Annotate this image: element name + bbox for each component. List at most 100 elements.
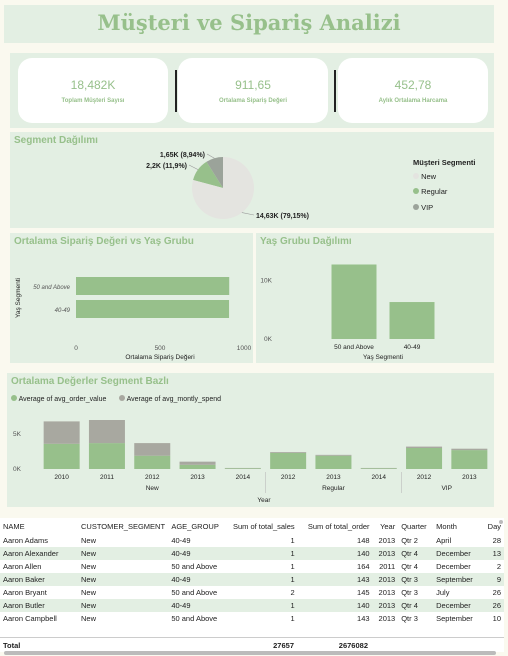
table-cell: Aaron Bryant bbox=[3, 588, 47, 597]
kpi-card-avg-order-value: 911,65 Ortalama Sipariş Değeri bbox=[178, 58, 328, 123]
x-tick-label: 2014 bbox=[372, 474, 387, 481]
age-distribution-panel[interactable]: Yaş Grubu Dağılımı 50 and Above 40-49 10K 0… bbox=[256, 233, 494, 363]
stack-bar-monthly-spend bbox=[406, 446, 443, 448]
table-cell: 1 bbox=[290, 536, 295, 545]
column-header[interactable]: Month bbox=[433, 518, 481, 534]
table-cell: April bbox=[436, 536, 452, 545]
scrollbar-horizontal[interactable] bbox=[4, 651, 496, 655]
table-cell: 10 bbox=[492, 614, 501, 623]
table-cell: New bbox=[81, 588, 97, 597]
table-total-row: Total 27657 2676082 bbox=[0, 637, 504, 651]
hbar-bar bbox=[76, 277, 230, 295]
table-cell: 40-49 bbox=[168, 573, 226, 586]
column-header[interactable]: Sum of total_sales bbox=[226, 518, 298, 534]
table-row[interactable]: Aaron Adams New 40-49 1 148 2013 Qtr 2 April 28 bbox=[0, 534, 504, 547]
y-tick-label: 5K bbox=[13, 431, 22, 438]
y-tick-label: 40-49 bbox=[55, 308, 71, 314]
table-cell: Qtr 4 bbox=[401, 562, 418, 571]
customer-table-grid: NAME CUSTOMER_SEGMENT AGE_GROUP Sum of tota… bbox=[0, 518, 504, 625]
legend-item-vip[interactable]: VIP bbox=[413, 203, 433, 212]
kpi-value: 452,78 bbox=[394, 78, 432, 92]
y-tick-label: 10K bbox=[260, 277, 272, 284]
y-tick-label: 50 and Above bbox=[33, 285, 70, 291]
table-cell: 2013 bbox=[378, 536, 396, 545]
table-cell: Aaron Allen bbox=[3, 562, 42, 571]
table-cell: Qtr 4 bbox=[398, 599, 434, 612]
column-header[interactable]: AGE_GROUP bbox=[168, 518, 225, 534]
table-cell: 145 bbox=[357, 588, 370, 597]
segment-pie-panel[interactable]: Segment Dağılımı 14,63K (79,15%) 2,2K (11… bbox=[10, 132, 494, 228]
kpi-label: Toplam Müşteri Sayısı bbox=[61, 98, 125, 104]
legend-item-new[interactable]: New bbox=[413, 172, 436, 181]
legend-swatch bbox=[413, 188, 419, 194]
column-header[interactable]: Quarter bbox=[398, 518, 433, 534]
table-cell: 140 bbox=[297, 547, 373, 560]
legend-title: Müşteri Segmenti bbox=[413, 158, 476, 167]
title-banner: Müşteri ve Sipariş Analizi bbox=[4, 5, 494, 43]
stack-bar-order-value bbox=[451, 450, 488, 469]
table-cell: 26 bbox=[481, 599, 504, 612]
table-cell: 50 and Above bbox=[171, 614, 218, 623]
column-header[interactable]: CUSTOMER_SEGMENT bbox=[78, 518, 168, 534]
column-header[interactable]: NAME bbox=[0, 518, 78, 534]
stack-bar-order-value bbox=[315, 455, 352, 469]
table-cell: December bbox=[436, 562, 471, 571]
x-tick-label: 2012 bbox=[281, 474, 296, 481]
stack-bar-monthly-spend bbox=[451, 448, 488, 451]
table-row[interactable]: Aaron Alexander New 40-49 1 140 2013 Qtr 4 Dece… bbox=[0, 547, 504, 560]
table-cell: Qtr 3 bbox=[401, 614, 418, 623]
table-cell: 1 bbox=[225, 573, 298, 586]
stack-bar-order-value bbox=[270, 452, 307, 469]
x-tick-label: 1000 bbox=[237, 345, 252, 352]
order-value-by-age-panel[interactable]: Ortalama Sipariş Değeri vs Yaş Grubu 50 … bbox=[10, 233, 253, 363]
legend-label: Regular bbox=[421, 187, 448, 196]
kpi-label: Ortalama Sipariş Değeri bbox=[218, 98, 288, 104]
scrollbar-vertical[interactable] bbox=[499, 520, 503, 524]
table-cell: 1 bbox=[290, 614, 295, 623]
table-cell: 9 bbox=[481, 573, 504, 586]
kpi-card-total-customers: 18,482K Toplam Müşteri Sayısı bbox=[18, 58, 168, 123]
bar bbox=[389, 302, 435, 339]
stack-bar-order-value bbox=[43, 443, 80, 469]
table-cell: September bbox=[433, 573, 482, 586]
table-cell: 50 and Above bbox=[171, 588, 218, 597]
table-cell: Qtr 2 bbox=[401, 536, 418, 545]
segment-averages-chart: 2010 2011 2012 2013 2014 New 2012 2013 2014 Regul… bbox=[13, 420, 488, 504]
legend-label: VIP bbox=[421, 203, 434, 212]
pie-leader-line bbox=[206, 153, 215, 159]
table-cell: Aaron Alexander bbox=[0, 547, 78, 560]
pie-data-label: 14,63K (79,15%) bbox=[256, 213, 309, 220]
table-row[interactable]: Aaron Allen New 50 and Above 1 164 2011 Qtr 4 D… bbox=[0, 560, 504, 573]
bar bbox=[331, 264, 377, 339]
table-row[interactable]: Aaron Bryant New 50 and Above 2 145 2013 Qtr 3… bbox=[0, 586, 504, 599]
segment-averages-panel[interactable]: Ortalama Değerler Segment Bazlı Average … bbox=[7, 373, 494, 507]
column-header[interactable]: Sum of total_order bbox=[298, 518, 373, 534]
pie-leader-line bbox=[188, 164, 199, 170]
y-tick-label: 0K bbox=[264, 336, 273, 343]
x-group-label: Regular bbox=[322, 485, 346, 492]
table-cell: 40-49 bbox=[171, 536, 191, 545]
total-sales: 27657 bbox=[273, 641, 294, 650]
column-header[interactable]: Year bbox=[373, 518, 399, 534]
table-cell: 26 bbox=[492, 588, 501, 597]
table-cell: New bbox=[78, 599, 169, 612]
table-cell: December bbox=[433, 599, 482, 612]
legend-item-regular[interactable]: Regular bbox=[413, 187, 447, 196]
customer-table[interactable]: NAME CUSTOMER_SEGMENT AGE_GROUP Sum of tota… bbox=[0, 518, 504, 652]
x-axis-title: Yaş Segmenti bbox=[363, 354, 403, 361]
table-cell: 1 bbox=[225, 599, 298, 612]
table-cell: 1 bbox=[225, 547, 298, 560]
stack-bar-order-value bbox=[360, 468, 397, 469]
kpi-divider bbox=[334, 70, 336, 112]
table-cell: 2011 bbox=[379, 562, 396, 571]
stack-bar-monthly-spend bbox=[270, 452, 307, 453]
table-row[interactable]: Aaron Baker New 40-49 1 143 2013 Qtr 3 Septembe… bbox=[0, 573, 504, 586]
table-cell: 40-49 bbox=[168, 599, 226, 612]
pie-leader-line bbox=[241, 212, 255, 216]
x-axis-title: Ortalama Sipariş Değeri bbox=[125, 354, 194, 361]
table-cell: 164 bbox=[357, 562, 370, 571]
table-row[interactable]: Aaron Butler New 40-49 1 140 2013 Qtr 4 Decembe… bbox=[0, 599, 504, 612]
stack-bar-monthly-spend bbox=[179, 461, 216, 465]
table-row[interactable]: Aaron Campbell New 50 and Above 1 143 2013 Qtr… bbox=[0, 612, 504, 625]
x-tick-label: 500 bbox=[155, 345, 166, 352]
